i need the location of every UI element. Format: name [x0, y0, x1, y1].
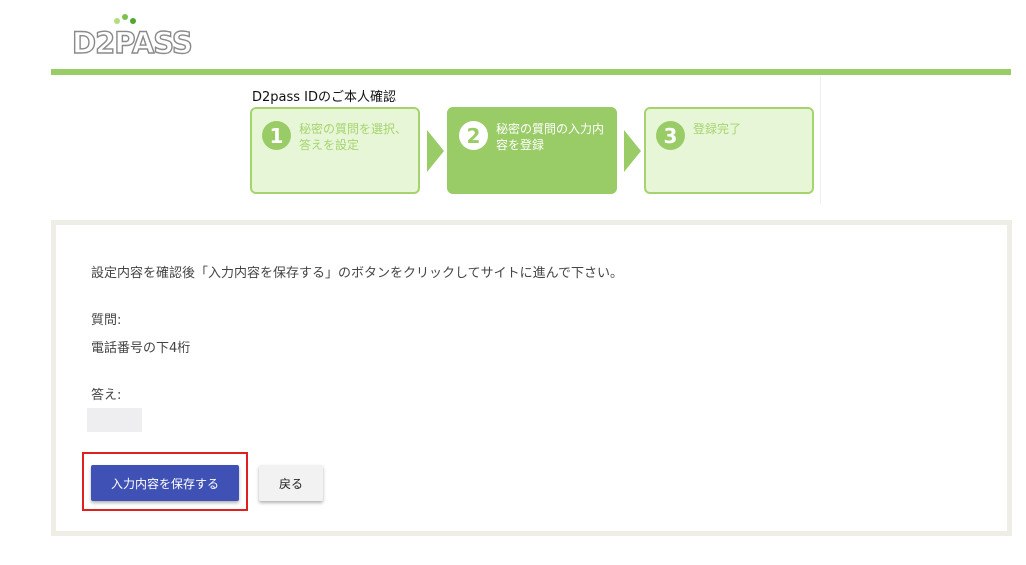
logo-dot: [122, 14, 128, 20]
step-1: 1 秘密の質問を選択、答えを設定: [250, 107, 420, 194]
answer-label: 答え:: [91, 388, 122, 403]
step-arrow-icon: [624, 130, 641, 172]
confirmation-panel-body: 設定内容を確認後「入力内容を保存する」のボタンをクリックしてサイトに進んで下さい…: [56, 225, 1007, 531]
logo-text: D2PASS: [71, 25, 193, 60]
step-label: 秘密の質問を選択、答えを設定: [299, 122, 408, 152]
confirmation-panel: 設定内容を確認後「入力内容を保存する」のボタンをクリックしてサイトに進んで下さい…: [51, 220, 1012, 536]
logo-dot: [114, 18, 120, 24]
back-button[interactable]: 戻る: [259, 465, 323, 501]
step-2: 2 秘密の質問の入力内容を登録: [447, 107, 617, 194]
step-3: 3 登録完了: [644, 107, 814, 194]
step-number-icon: 1: [262, 121, 291, 150]
step-number-icon: 2: [459, 121, 488, 150]
logo-dot: [130, 18, 136, 24]
steps-title: D2pass IDのご本人確認: [252, 90, 397, 105]
question-label: 質問:: [91, 313, 122, 328]
step-number-icon: 3: [656, 121, 685, 150]
header-divider: [51, 69, 1011, 75]
step-label: 秘密の質問の入力内容を登録: [496, 122, 605, 152]
instruction-text: 設定内容を確認後「入力内容を保存する」のボタンをクリックしてサイトに進んで下さい…: [91, 266, 623, 281]
d2pass-logo: D2PASS: [71, 12, 193, 61]
answer-value: [87, 408, 142, 432]
step-arrow-icon: [427, 130, 444, 172]
save-button[interactable]: 入力内容を保存する: [91, 465, 239, 501]
question-value: 電話番号の下4桁: [91, 341, 191, 356]
step-label: 登録完了: [693, 122, 742, 136]
